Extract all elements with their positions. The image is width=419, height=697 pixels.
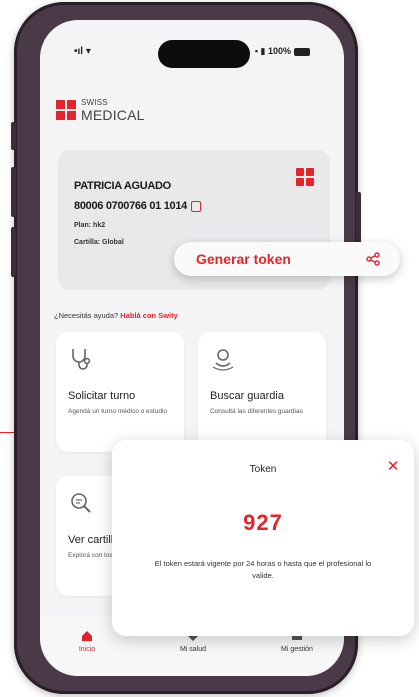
help-question: ¿Necesitás ayuda? xyxy=(54,311,119,320)
tile-desc: Agendá un turno médico o estudio xyxy=(68,408,168,415)
nav-label: Mi gestión xyxy=(281,646,313,653)
member-cartilla: Cartilla: Global xyxy=(74,239,124,246)
tile-buscar-guardia[interactable]: Buscar guardia Consultá las diferentes g… xyxy=(198,332,326,452)
signal-indicator: •ıl ▾ xyxy=(74,46,91,57)
share-icon xyxy=(366,252,380,266)
copy-icon[interactable] xyxy=(191,200,201,212)
generate-token-button[interactable]: Generar token xyxy=(174,242,400,276)
search-doc-icon xyxy=(71,493,91,513)
token-modal: Token ✕ 927 El token estará vigente por … xyxy=(112,440,414,636)
generate-token-label: Generar token xyxy=(196,251,291,267)
location-icon xyxy=(212,349,234,371)
phone-volume-down xyxy=(11,227,16,277)
home-icon xyxy=(82,631,92,641)
help-line: ¿Necesitás ayuda? Hablá con Swity xyxy=(54,311,178,320)
nav-label: Inicio xyxy=(78,646,96,653)
nav-label: Mi salud xyxy=(179,646,207,653)
tile-solicitar-turno[interactable]: Solicitar turno Agendá un turno médico o… xyxy=(56,332,184,452)
stethoscope-icon xyxy=(72,349,91,370)
battery-text: ▪ ▮ 100% xyxy=(254,46,291,56)
member-plan: Plan: hk2 xyxy=(74,222,106,229)
token-value: 927 xyxy=(243,510,283,535)
battery-icon xyxy=(294,47,310,56)
member-name: PATRICIA AGUADO xyxy=(74,180,171,192)
brand-line2: MEDICAL xyxy=(81,107,145,123)
phone-side-button xyxy=(11,122,16,150)
member-number: 80006 0700766 01 1014 xyxy=(74,200,187,212)
qr-icon[interactable] xyxy=(296,168,314,186)
modal-title: Token xyxy=(249,464,277,475)
token-message: El token estará vigente por 24 horas o h… xyxy=(154,559,372,580)
dynamic-island xyxy=(158,40,250,68)
battery-indicator: ▪ ▮ 100% xyxy=(255,46,310,57)
help-link[interactable]: Hablá con Swity xyxy=(120,311,178,320)
logo-mark-icon xyxy=(56,100,76,120)
tile-title: Buscar guardia xyxy=(210,390,284,402)
phone-volume-up xyxy=(11,167,16,217)
tile-desc: Consultá las diferentes guardias xyxy=(210,408,303,415)
nav-item-inicio[interactable]: Inicio xyxy=(52,630,122,653)
close-icon[interactable]: ✕ xyxy=(386,459,400,474)
member-number-row: 80006 0700766 01 1014 xyxy=(74,200,201,212)
brand-logo: SWISS MEDICAL xyxy=(56,98,145,122)
tile-title: Solicitar turno xyxy=(68,390,136,402)
